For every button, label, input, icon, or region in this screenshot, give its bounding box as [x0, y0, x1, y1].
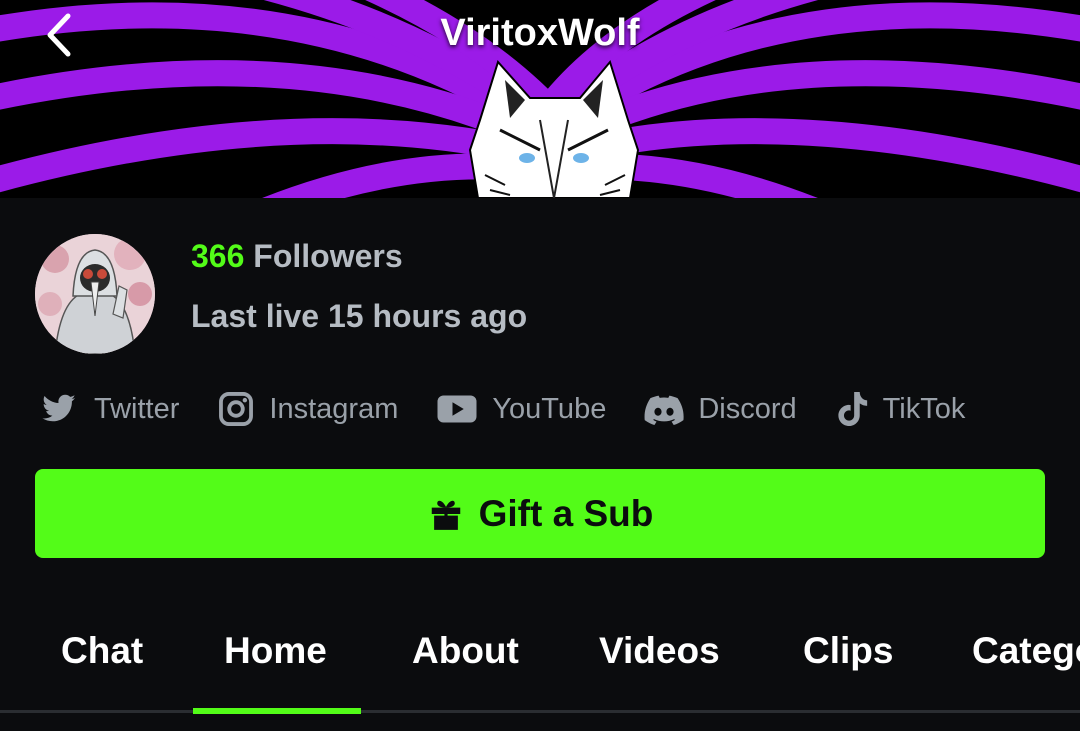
channel-title: ViritoxWolf: [440, 12, 640, 54]
active-tab-indicator: [193, 708, 361, 714]
avatar-image: [35, 234, 155, 354]
social-label-youtube: YouTube: [492, 392, 607, 425]
social-links: Twitter Instagram YouTube Discord TikTok: [38, 386, 1003, 432]
youtube-icon: [437, 395, 477, 423]
tab-chat[interactable]: Chat: [61, 630, 143, 672]
social-link-tiktok[interactable]: TikTok: [835, 390, 966, 428]
gift-sub-button[interactable]: Gift a Sub: [35, 469, 1045, 558]
social-link-instagram[interactable]: Instagram: [217, 390, 398, 428]
social-label-twitter: Twitter: [94, 392, 180, 425]
followers-label: Followers: [253, 238, 403, 274]
channel-tabs: Chat Home About Videos Clips Catego: [0, 610, 1080, 710]
tabs-divider: [0, 710, 1080, 713]
channel-banner: ViritoxWolf: [0, 0, 1080, 198]
tab-home[interactable]: Home: [224, 630, 327, 672]
twitter-icon: [42, 394, 76, 422]
social-label-tiktok: TikTok: [882, 392, 966, 425]
tab-categories[interactable]: Catego: [972, 630, 1080, 672]
social-label-discord: Discord: [698, 392, 797, 425]
social-label-instagram: Instagram: [269, 392, 399, 425]
gift-icon: [431, 500, 460, 530]
follower-stats: 366 Followers: [191, 238, 403, 275]
last-live-status: Last live 15 hours ago: [191, 298, 528, 334]
avatar[interactable]: [35, 234, 155, 354]
tab-about[interactable]: About: [412, 630, 519, 672]
tab-videos[interactable]: Videos: [599, 630, 720, 672]
gift-sub-label: Gift a Sub: [478, 492, 654, 534]
tab-clips[interactable]: Clips: [803, 630, 893, 672]
discord-icon: [644, 395, 684, 425]
social-link-discord[interactable]: Discord: [644, 392, 797, 426]
followers-count: 366: [191, 238, 245, 274]
tiktok-icon: [838, 392, 867, 426]
social-link-youtube[interactable]: YouTube: [436, 392, 606, 426]
social-link-twitter[interactable]: Twitter: [38, 391, 179, 427]
instagram-icon: [219, 392, 254, 426]
